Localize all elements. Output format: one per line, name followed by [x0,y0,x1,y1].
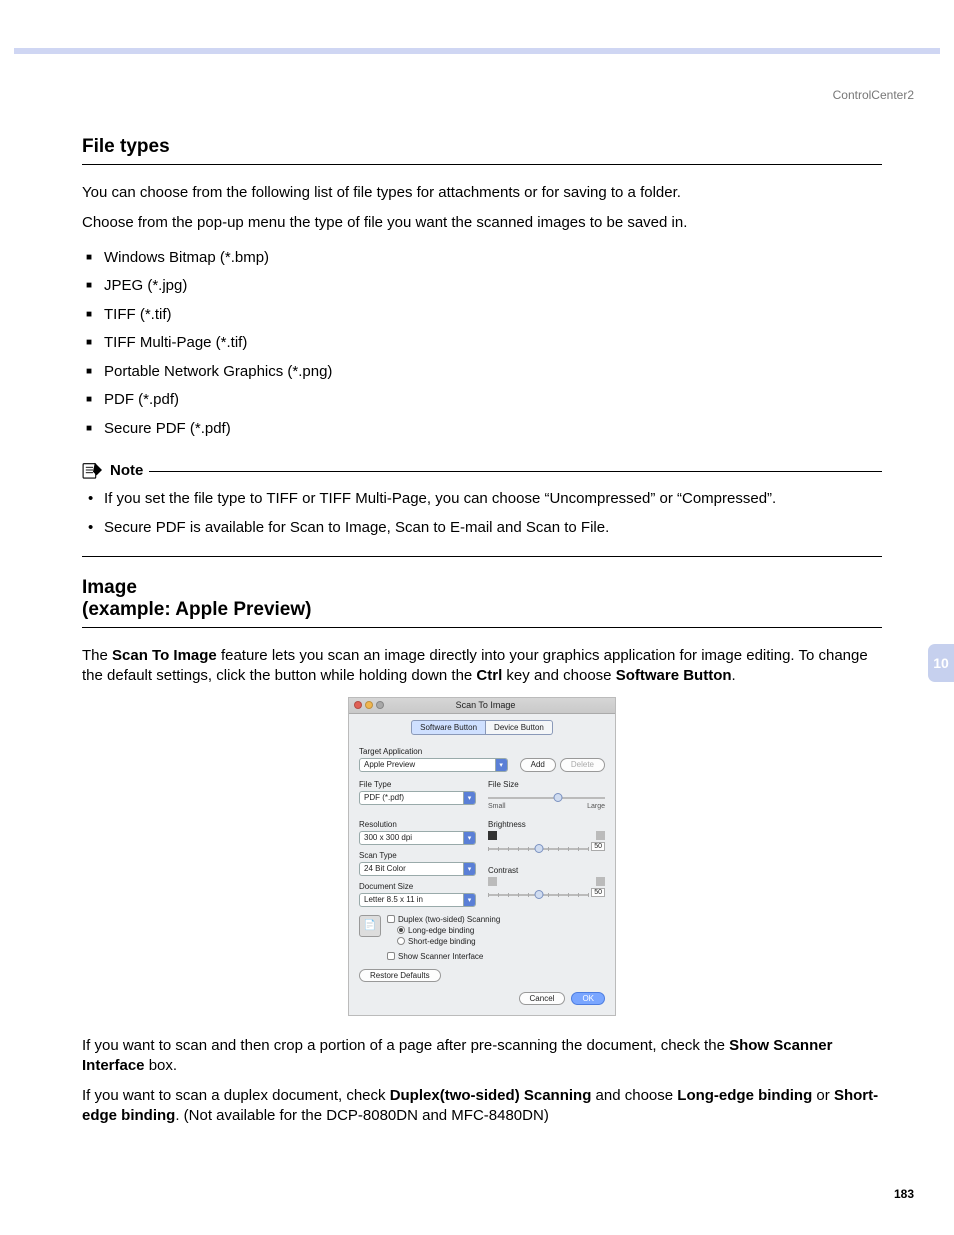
ok-button[interactable]: OK [571,992,605,1005]
heading-rule [82,627,882,628]
list-item: Portable Network Graphics (*.png) [86,358,882,387]
short-edge-radio[interactable]: Short-edge binding [387,937,500,946]
brightness-value[interactable]: 50 [591,842,605,851]
show-scanner-interface-paragraph: If you want to scan and then crop a port… [82,1036,882,1077]
long-edge-radio[interactable]: Long-edge binding [387,926,500,935]
resolution-popup[interactable]: 300 x 300 dpi ▾ [359,831,476,845]
document-size-popup[interactable]: Letter 8.5 x 11 in ▾ [359,893,476,907]
file-type-value: PDF (*.pdf) [360,793,463,802]
tab-software-button[interactable]: Software Button [411,720,486,735]
chevron-updown-icon: ▾ [463,894,475,906]
list-item: Windows Bitmap (*.bmp) [86,244,882,273]
label-resolution: Resolution [359,820,476,829]
list-item: PDF (*.pdf) [86,386,882,415]
dialog-titlebar: Scan To Image [349,698,615,714]
scan-to-image-intro: The Scan To Image feature lets you scan … [82,646,882,687]
file-type-list: Windows Bitmap (*.bmp) JPEG (*.jpg) TIFF… [86,244,882,444]
note-header: Note [82,461,882,479]
close-icon[interactable] [354,701,362,709]
list-item: JPEG (*.jpg) [86,272,882,301]
duplex-paragraph: If you want to scan a duplex document, c… [82,1086,882,1127]
duplex-section: 📄 Duplex (two-sided) Scanning Long-edge … [359,915,605,948]
label-brightness: Brightness [488,820,605,829]
label-large: Large [587,803,605,810]
brightness-dark-icon [488,831,497,840]
heading-line1: Image [82,577,137,598]
label-document-size: Document Size [359,882,476,891]
note-item: Secure PDF is available for Scan to Imag… [88,514,882,543]
chapter-thumb-tab: 10 [928,644,954,682]
label-small: Small [488,803,506,810]
note-pencil-icon [82,461,104,479]
add-button[interactable]: Add [520,758,556,772]
running-header: ControlCenter2 [833,88,914,102]
chevron-updown-icon: ▾ [463,832,475,844]
target-application-popup[interactable]: Apple Preview ▾ [359,758,508,772]
note-footer-rule [82,556,882,557]
show-scanner-interface-checkbox[interactable]: Show Scanner Interface [387,952,605,961]
tab-device-button[interactable]: Device Button [486,720,553,735]
file-size-slider[interactable] [488,793,605,803]
section-heading-image: Image (example: Apple Preview) [82,577,882,621]
contrast-low-icon [488,877,497,886]
note-list: If you set the file type to TIFF or TIFF… [88,485,882,542]
scan-type-value: 24 Bit Color [360,864,463,873]
heading-rule [82,164,882,165]
chevron-updown-icon: ▾ [495,759,507,771]
page-number: 183 [894,1187,914,1201]
label-file-size: File Size [488,780,605,789]
chevron-updown-icon: ▾ [463,863,475,875]
minimize-icon[interactable] [365,701,373,709]
document-size-value: Letter 8.5 x 11 in [360,895,463,904]
header-accent-bar [14,48,940,54]
cancel-button[interactable]: Cancel [519,992,566,1005]
list-item: Secure PDF (*.pdf) [86,415,882,444]
brightness-light-icon [596,831,605,840]
dialog-body: Target Application Apple Preview ▾ Add D… [349,743,615,1015]
label-target-application: Target Application [359,747,605,756]
section-heading-file-types: File types [82,136,882,158]
target-application-value: Apple Preview [360,760,495,769]
zoom-icon[interactable] [376,701,384,709]
dialog-tabs: Software Button Device Button [349,714,615,743]
label-scan-type: Scan Type [359,851,476,860]
contrast-value[interactable]: 50 [591,888,605,897]
chevron-updown-icon: ▾ [463,792,475,804]
duplex-page-icon: 📄 [359,915,381,937]
label-file-type: File Type [359,780,476,789]
list-item: TIFF (*.tif) [86,301,882,330]
chapter-number: 10 [933,655,949,671]
label-contrast: Contrast [488,866,605,875]
list-item: TIFF Multi-Page (*.tif) [86,329,882,358]
duplex-scanning-checkbox[interactable]: Duplex (two-sided) Scanning [387,915,500,924]
note-header-rule [149,471,882,472]
document-page: ControlCenter2 10 File types You can cho… [0,0,954,1235]
file-type-popup[interactable]: PDF (*.pdf) ▾ [359,791,476,805]
brightness-slider[interactable]: 50 [488,844,589,854]
scan-to-image-dialog: Scan To Image Software Button Device But… [348,697,616,1016]
note-item: If you set the file type to TIFF or TIFF… [88,485,882,514]
contrast-slider[interactable]: 50 [488,890,589,900]
contrast-high-icon [596,877,605,886]
delete-button[interactable]: Delete [560,758,605,772]
dialog-title: Scan To Image [384,700,615,710]
note-label: Note [110,462,143,479]
file-types-intro-2: Choose from the pop-up menu the type of … [82,213,882,233]
file-types-intro-1: You can choose from the following list o… [82,183,882,203]
scan-type-popup[interactable]: 24 Bit Color ▾ [359,862,476,876]
heading-line2: (example: Apple Preview) [82,599,311,620]
page-content: File types You can choose from the follo… [82,136,882,1137]
restore-defaults-button[interactable]: Restore Defaults [359,969,441,982]
window-controls [349,701,384,709]
resolution-value: 300 x 300 dpi [360,833,463,842]
